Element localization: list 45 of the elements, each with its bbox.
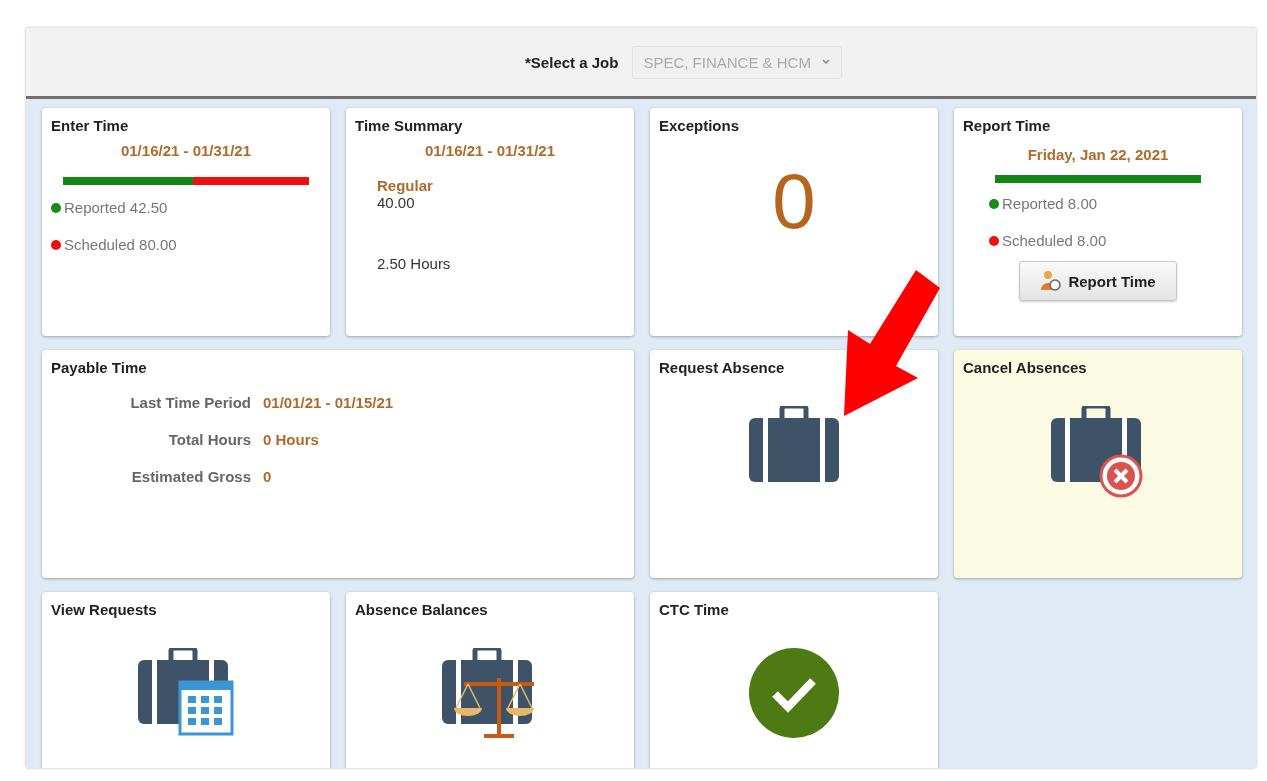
count-text: 0	[771, 156, 817, 247]
chevron-down-icon	[820, 58, 831, 66]
job-label: *Select a Job	[525, 53, 619, 71]
legend-label: Reported 42.50	[64, 199, 168, 216]
legend-label: Reported 8.00	[1002, 195, 1098, 212]
person-clock-icon	[1040, 270, 1063, 292]
briefcase-icon	[749, 406, 839, 484]
payable-time-tile[interactable]: Payable Time Last Time Period 01/01/21 - 01/15/21 Total Hours 0 Hours Estimated Gross 0	[42, 350, 634, 578]
hours-text: 2.50 Hours	[377, 255, 452, 272]
tile-title: Exceptions	[659, 117, 741, 134]
category-label: Regular	[377, 177, 434, 194]
tile-title: Enter Time	[51, 117, 130, 134]
tile-title: Request Absence	[659, 359, 786, 376]
time-summary-tile[interactable]: Time Summary 01/16/21 - 01/31/21 Regular 40.00 2.50 Hours	[346, 108, 634, 336]
tile-title: Time Summary	[355, 117, 464, 134]
tile-title: Absence Balances	[355, 601, 489, 618]
briefcase-cancel-icon	[1051, 406, 1145, 498]
tile-title: Cancel Absences	[963, 359, 1088, 376]
field-value: 0 Hours	[263, 431, 320, 448]
absence-tile[interactable]: View Requests	[42, 592, 330, 768]
absence-tile[interactable]: Cancel Absences	[954, 350, 1242, 578]
exceptions-tile[interactable]: Exceptions 0	[650, 108, 938, 336]
tile-title: Payable Time	[51, 359, 148, 376]
report-time-tile[interactable]: Report Time Friday, Jan 22, 2021 Reported 8.00 Scheduled 8.00 Report Time	[954, 108, 1242, 336]
legend-label: Scheduled 80.00	[64, 236, 177, 253]
period-text: 01/16/21 - 01/31/21	[119, 142, 253, 159]
legend-label: Scheduled 8.00	[1002, 232, 1107, 249]
date-text: Friday, Jan 22, 2021	[1026, 146, 1170, 163]
tile-title: Report Time	[963, 117, 1052, 134]
tile-title: CTC Time	[659, 601, 730, 618]
field-label: Estimated Gross	[130, 468, 251, 485]
enter-time-tile[interactable]: Enter Time 01/16/21 - 01/31/21 Reported 42.50 Scheduled 80.00	[42, 108, 330, 336]
absence-tile[interactable]: Request Absence	[650, 350, 938, 578]
checkmark-icon	[749, 648, 839, 738]
tile-title: View Requests	[51, 601, 158, 618]
field-value: 01/01/21 - 01/15/21	[263, 394, 395, 411]
report-time-button[interactable]: Report Time	[1019, 261, 1177, 301]
absence-tile[interactable]: CTC Time	[650, 592, 938, 768]
field-label: Total Hours	[167, 431, 251, 448]
amount-text: 40.00	[377, 194, 416, 211]
absence-tile[interactable]: Absence Balances	[346, 592, 634, 768]
field-label: Last Time Period	[129, 394, 251, 411]
field-value: 0	[263, 468, 273, 485]
briefcase-calendar-icon	[138, 648, 234, 736]
period-text: 01/16/21 - 01/31/21	[423, 142, 557, 159]
